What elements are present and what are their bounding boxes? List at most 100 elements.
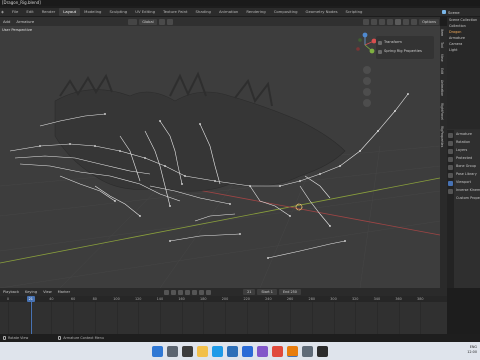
sidebar-tab-rightpanel[interactable]: RightPanel bbox=[440, 100, 444, 123]
jump-end-icon[interactable] bbox=[206, 289, 212, 295]
navigation-gizmo[interactable] bbox=[356, 32, 377, 54]
output-tab-icon[interactable] bbox=[448, 149, 453, 154]
tab-sculpting[interactable]: Sculpting bbox=[105, 8, 131, 16]
windows-icon[interactable] bbox=[152, 345, 163, 357]
next-key-icon[interactable] bbox=[199, 289, 205, 295]
settings-icon[interactable] bbox=[302, 345, 313, 357]
scene-selector[interactable]: Scene bbox=[440, 8, 480, 16]
start-frame-field[interactable]: Start 1 bbox=[257, 289, 277, 295]
property-row[interactable]: Protected bbox=[454, 154, 480, 162]
end-frame-field[interactable]: End 250 bbox=[278, 289, 301, 295]
property-row[interactable]: Pose Library bbox=[454, 170, 480, 178]
property-row[interactable]: Inverse Kinematics bbox=[454, 186, 480, 194]
options-dropdown[interactable]: Options bbox=[419, 18, 439, 25]
tool-tab-icon[interactable] bbox=[448, 133, 453, 138]
sidebar-tab-animation[interactable]: Animation bbox=[440, 77, 444, 99]
property-row[interactable]: Custom Properties bbox=[454, 194, 480, 202]
tab-rendering[interactable]: Rendering bbox=[242, 8, 269, 16]
tab-uv-editing[interactable]: UV Editing bbox=[131, 8, 159, 16]
auto-key-icon[interactable] bbox=[164, 289, 170, 295]
menu-view[interactable]: View bbox=[40, 290, 55, 294]
overlay-toggle-icon[interactable] bbox=[379, 18, 386, 25]
property-row[interactable]: Rotation bbox=[454, 138, 480, 146]
transform-pivot-icon[interactable] bbox=[128, 18, 138, 25]
pan-hand-icon[interactable] bbox=[363, 77, 371, 85]
viewport-nav-buttons bbox=[361, 63, 373, 110]
timeline-gridline bbox=[398, 302, 400, 334]
blender-icon[interactable] bbox=[287, 345, 298, 357]
perspective-grid-icon[interactable] bbox=[363, 99, 371, 107]
orientation-dropdown[interactable]: Global bbox=[139, 18, 157, 25]
tab-scripting[interactable]: Scripting bbox=[342, 8, 367, 16]
object-tab-icon[interactable] bbox=[448, 173, 453, 178]
blender-menu-icon[interactable]: ◈ bbox=[0, 8, 8, 16]
edge-icon[interactable] bbox=[212, 345, 223, 357]
terminal-icon[interactable] bbox=[317, 345, 328, 357]
sidebar-tab-edit[interactable]: Edit bbox=[440, 65, 444, 77]
tab-layout[interactable]: Layout bbox=[59, 8, 81, 16]
menu-file[interactable]: File bbox=[8, 8, 22, 16]
play-reverse-icon[interactable] bbox=[185, 289, 191, 295]
playhead[interactable] bbox=[30, 302, 32, 334]
render-tab-icon[interactable] bbox=[448, 141, 453, 146]
menu-render[interactable]: Render bbox=[38, 8, 60, 16]
sidebar-tab-item[interactable]: Item bbox=[440, 26, 444, 39]
sidebar-tab-view[interactable]: View bbox=[440, 51, 444, 65]
menu-edit[interactable]: Edit bbox=[22, 8, 37, 16]
current-frame-field[interactable]: 21 bbox=[243, 289, 256, 295]
zoom-icon[interactable] bbox=[363, 66, 371, 74]
jump-start-icon[interactable] bbox=[171, 289, 177, 295]
world-tab-icon[interactable] bbox=[448, 165, 453, 170]
status-rotate-view: Rotate View bbox=[8, 336, 29, 340]
sidebar-tab-tool[interactable]: Tool bbox=[440, 39, 444, 51]
menu-add[interactable]: Add bbox=[0, 19, 13, 24]
workspace-tabs: ◈ File Edit Render Layout Modeling Sculp… bbox=[0, 8, 440, 16]
outliner[interactable]: Scene Collection Collection Dragon Armat… bbox=[447, 17, 480, 129]
property-row[interactable]: Viewport bbox=[454, 178, 480, 186]
shading-solid-icon[interactable] bbox=[395, 18, 402, 25]
tab-compositing[interactable]: Compositing bbox=[270, 8, 302, 16]
shading-rendered-icon[interactable] bbox=[411, 18, 418, 25]
tab-modeling[interactable]: Modeling bbox=[80, 8, 105, 16]
menu-marker[interactable]: Marker bbox=[55, 290, 73, 294]
3d-viewport[interactable]: User Perspective bbox=[0, 26, 440, 288]
bone-tab-icon[interactable] bbox=[448, 189, 453, 194]
property-row[interactable]: Armature bbox=[454, 130, 480, 138]
tab-animation[interactable]: Animation bbox=[215, 8, 242, 16]
explorer-icon[interactable] bbox=[197, 345, 208, 357]
photos-icon[interactable] bbox=[257, 345, 268, 357]
camera-view-icon[interactable] bbox=[363, 88, 371, 96]
viewport-canvas[interactable] bbox=[0, 26, 440, 288]
snap-icon[interactable] bbox=[158, 18, 165, 25]
search-icon[interactable] bbox=[167, 345, 178, 357]
armature-data-tab-icon[interactable] bbox=[448, 181, 453, 186]
timeline-body[interactable] bbox=[0, 302, 447, 334]
timeline-gridline bbox=[29, 302, 31, 334]
chrome-icon[interactable] bbox=[272, 345, 283, 357]
menu-playback[interactable]: Playback bbox=[0, 290, 22, 294]
shading-material-icon[interactable] bbox=[403, 18, 410, 25]
mail-icon[interactable] bbox=[242, 345, 253, 357]
menu-keying[interactable]: Keying bbox=[22, 290, 40, 294]
system-tray[interactable]: ENG 12:00 bbox=[467, 345, 477, 355]
store-icon[interactable] bbox=[227, 345, 238, 357]
gizmo-toggle-icon[interactable] bbox=[371, 18, 378, 25]
play-icon[interactable] bbox=[192, 289, 198, 295]
panel-transform[interactable]: Transform bbox=[378, 38, 432, 47]
xray-icon[interactable] bbox=[387, 18, 394, 25]
tab-shading[interactable]: Shading bbox=[192, 8, 215, 16]
visibility-icon[interactable] bbox=[363, 18, 370, 25]
menu-armature[interactable]: Armature bbox=[13, 19, 37, 24]
tab-geometry-nodes[interactable]: Geometry Nodes bbox=[302, 8, 342, 16]
taskview-icon[interactable] bbox=[182, 345, 193, 357]
property-row[interactable]: Layers bbox=[454, 146, 480, 154]
sidebar-tab-rig[interactable]: RigProperties bbox=[440, 123, 444, 150]
proportional-edit-icon[interactable] bbox=[166, 18, 173, 25]
tab-texture-paint[interactable]: Texture Paint bbox=[159, 8, 192, 16]
panel-spring-rig[interactable]: Spring Rig Properties bbox=[378, 47, 432, 56]
scene-tab-icon[interactable] bbox=[448, 157, 453, 162]
outliner-row[interactable]: Light bbox=[447, 47, 480, 53]
timeline-gridline bbox=[181, 302, 183, 334]
prev-key-icon[interactable] bbox=[178, 289, 184, 295]
property-row[interactable]: Bone Group bbox=[454, 162, 480, 170]
